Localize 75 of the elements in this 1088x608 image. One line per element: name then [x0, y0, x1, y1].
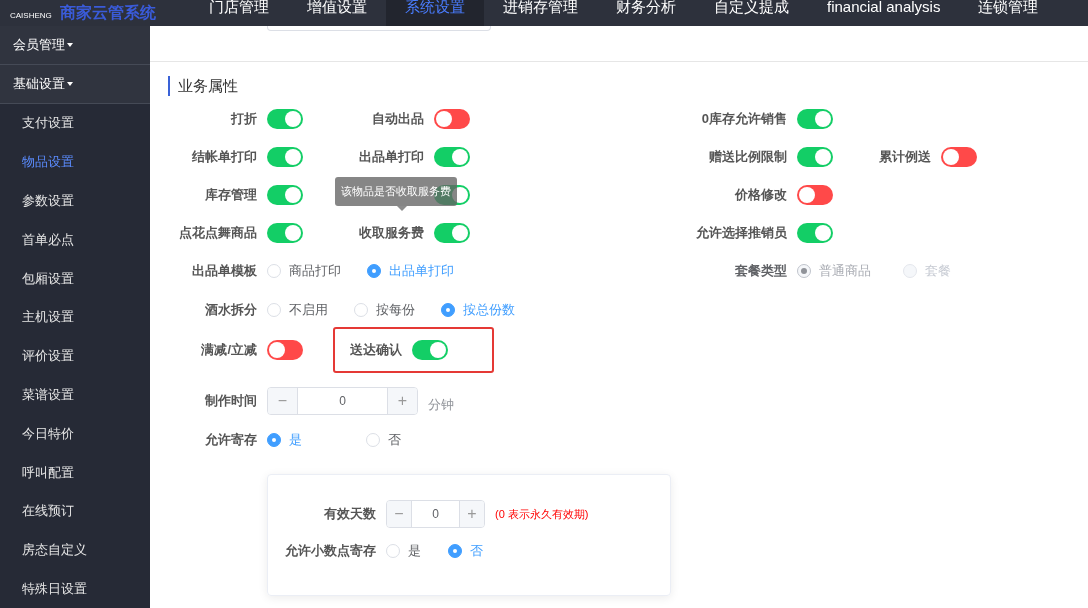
setting-label: 收取服务费: [358, 224, 425, 242]
nav-tab[interactable]: 自定义提成: [695, 0, 808, 26]
setting-label: 允许寄存: [204, 431, 258, 449]
setting-label: 制作时间: [204, 392, 258, 410]
toggle-switch[interactable]: [267, 109, 303, 129]
toggle-switch[interactable]: [797, 223, 833, 243]
setting-label: 允许选择推销员: [695, 224, 788, 242]
sidebar-item[interactable]: 参数设置: [0, 181, 150, 221]
radio-option[interactable]: 否: [366, 430, 439, 450]
setting-label: 赠送比例限制: [708, 148, 788, 166]
sidebar-item[interactable]: 房态自定义: [0, 530, 150, 570]
sidebar-group[interactable]: 基础设置: [0, 65, 150, 104]
sidebar-group[interactable]: 会员管理: [0, 26, 150, 65]
sidebar-item[interactable]: 物品设置: [0, 142, 150, 182]
toggle-switch[interactable]: [434, 109, 470, 129]
toggle-switch[interactable]: [267, 147, 303, 167]
setting-label: 满减/立减: [200, 341, 258, 359]
number-stepper[interactable]: − 0 +: [386, 500, 485, 528]
nav-tab[interactable]: 连锁管理: [959, 0, 1058, 26]
sidebar-item[interactable]: 在线预订: [0, 491, 150, 531]
setting-label: 库存管理: [204, 186, 258, 204]
brand-name: 商家云管系统: [59, 3, 156, 23]
nav-tab[interactable]: 系统设置: [386, 0, 484, 26]
setting-label: 送达确认: [349, 341, 403, 359]
setting-label: 套餐类型: [734, 262, 788, 280]
sidebar-item[interactable]: 主机设置: [0, 298, 150, 337]
setting-label: 出品单模板: [191, 262, 258, 280]
number-stepper[interactable]: − 0 +: [267, 387, 418, 415]
toggle-switch[interactable]: [267, 340, 303, 360]
sidebar-item[interactable]: 菜谱设置: [0, 375, 150, 415]
toggle-switch[interactable]: [434, 147, 470, 167]
setting-label: 允许小数点寄存: [284, 542, 377, 560]
setting-label: 点花点舞商品: [178, 224, 258, 242]
caret-icon: [67, 43, 73, 47]
nav-tab[interactable]: 门店管理: [190, 0, 288, 26]
radio-option[interactable]: 按每份: [354, 299, 415, 320]
nav-tab[interactable]: 进销存管理: [484, 0, 597, 26]
setting-label: 有效天数: [323, 505, 377, 523]
caret-icon: [67, 82, 73, 86]
setting-label: 出品单打印: [358, 148, 425, 166]
logo-text: CAISHENG: [10, 11, 52, 20]
toggle-switch[interactable]: [941, 147, 977, 167]
unit-label: 分钟: [428, 396, 454, 414]
radio-option[interactable]: 是: [386, 541, 422, 561]
setting-label: 累计例送: [878, 148, 932, 166]
sidebar-item[interactable]: 今日特价: [0, 414, 150, 454]
toggle-switch[interactable]: [412, 340, 448, 360]
radio-option[interactable]: 商品打印: [267, 261, 341, 281]
setting-label: 0库存允许销售: [700, 110, 788, 128]
nav-tab[interactable]: 增值设置: [288, 0, 386, 26]
setting-label: 结帐单打印: [191, 148, 258, 166]
sidebar-item[interactable]: 评价设置: [0, 336, 150, 376]
setting-label: 打折: [229, 110, 258, 128]
toggle-switch[interactable]: [267, 223, 303, 243]
toggle-switch[interactable]: [797, 109, 833, 129]
sidebar-item[interactable]: 支付设置: [0, 104, 150, 143]
sidebar-item[interactable]: 特殊日设置: [0, 569, 150, 608]
toggle-switch[interactable]: [797, 185, 833, 205]
setting-label: 价格修改: [733, 186, 788, 204]
sidebar-item[interactable]: 呼叫配置: [0, 453, 150, 492]
toggle-switch[interactable]: [797, 147, 833, 167]
sidebar-item[interactable]: 首单必点: [0, 220, 150, 260]
tooltip-arrow-icon: [397, 206, 407, 211]
radio-option[interactable]: 不启用: [267, 299, 328, 320]
sidebar-item[interactable]: 包厢设置: [0, 259, 150, 298]
nav-tab[interactable]: financial analysis: [808, 0, 960, 26]
setting-label: 酒水拆分: [204, 300, 258, 319]
input-field[interactable]: [267, 26, 491, 31]
toggle-switch[interactable]: [267, 185, 303, 205]
toggle-switch[interactable]: [434, 223, 470, 243]
setting-label: 自动出品: [371, 110, 425, 128]
section-title: 业务属性: [168, 76, 238, 96]
hint-text: (0 表示永久有效期): [495, 506, 589, 522]
nav-tab[interactable]: 财务分析: [597, 0, 695, 26]
tooltip: 该物品是否收取服务费: [335, 177, 457, 206]
